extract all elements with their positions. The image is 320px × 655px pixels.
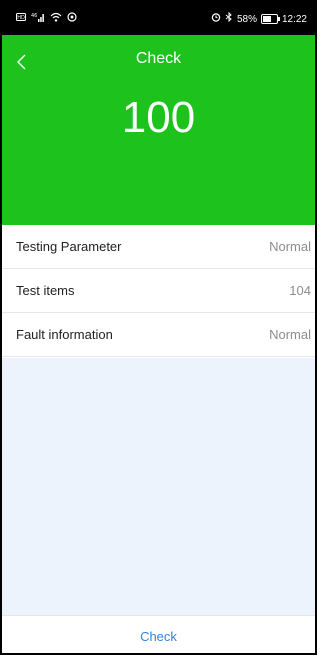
header-panel: Check 100 [2, 35, 315, 225]
app-frame: HD 46 58% 12:22 Check 100 Testing Parame… [0, 0, 317, 655]
svg-text:HD: HD [17, 15, 25, 21]
result-list: Testing Parameter Normal Test items 104 … [2, 225, 315, 357]
item-value: Normal [269, 327, 311, 342]
battery-fill [262, 16, 271, 22]
status-time: 12:22 [281, 13, 307, 25]
check-score: 100 [121, 93, 196, 142]
check-button[interactable]: Check [120, 623, 197, 650]
item-label: Test items [16, 283, 75, 298]
status-left-icons: HD 46 [16, 12, 77, 26]
battery-icon [260, 14, 280, 24]
bottom-bar: Check [2, 615, 315, 653]
list-item-test-items: Test items 104 [2, 269, 315, 313]
battery-percent: 58% [236, 13, 257, 25]
list-item-testing-parameter: Testing Parameter Normal [2, 225, 315, 269]
list-item-fault-information: Fault information Normal [2, 313, 315, 357]
sim-card-icon: HD [16, 13, 26, 25]
item-label: Testing Parameter [16, 239, 122, 254]
alarm-icon [211, 12, 221, 26]
item-label: Fault information [16, 327, 113, 342]
item-value: 104 [289, 283, 311, 298]
empty-content-area [2, 358, 315, 615]
signal-icon: 46 [31, 12, 45, 26]
status-bar: HD 46 58% 12:22 [2, 2, 315, 35]
bluetooth-icon [225, 11, 233, 26]
page-title: Check [135, 50, 182, 67]
item-value: Normal [269, 239, 311, 254]
wifi-icon [50, 12, 62, 26]
nfc-icon [67, 12, 77, 26]
status-right-icons: 58% 12:22 [211, 11, 307, 26]
svg-text:46: 46 [31, 13, 37, 19]
